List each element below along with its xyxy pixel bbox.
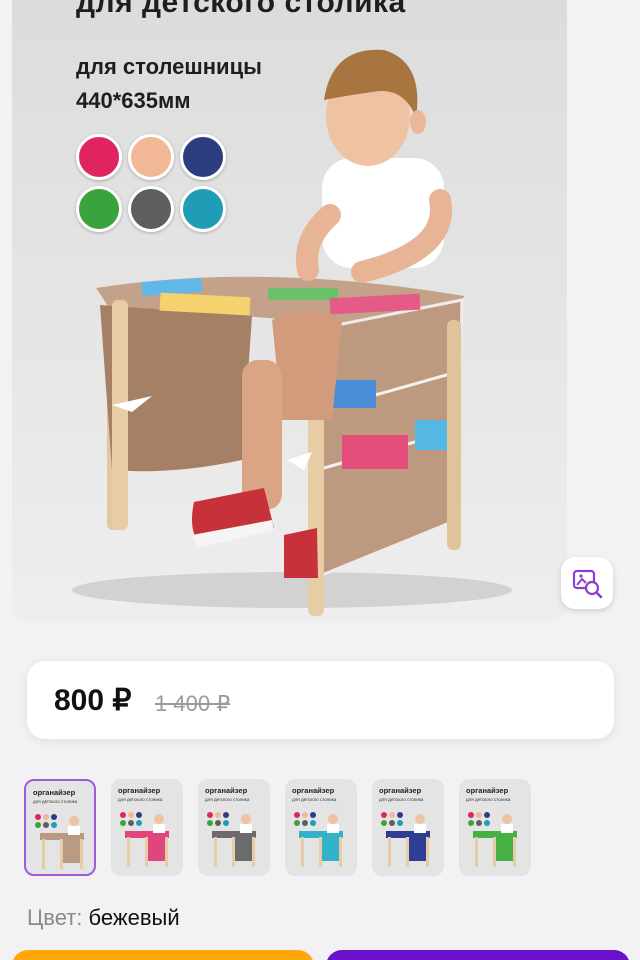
variant-thumbnail[interactable]: органайзер для детского столика (198, 779, 270, 876)
color-swatch (76, 186, 122, 232)
thumbnail-title: органайзер (379, 786, 422, 795)
thumbnail-subtitle: для детского столика (466, 797, 511, 802)
hero-subtitle-line1: для столешницы (76, 54, 262, 79)
price-current: 800 ₽ (54, 684, 132, 717)
thumbnail-title: органайзер (33, 788, 76, 797)
color-swatch (128, 186, 174, 232)
thumbnail-title: органайзер (118, 786, 161, 795)
variant-thumbnail[interactable]: органайзер для детского столика (372, 779, 444, 876)
thumbnail-subtitle: для детского столика (292, 797, 337, 802)
color-selector: Цвет: бежевый (27, 905, 180, 931)
visual-search-button[interactable] (561, 557, 613, 609)
secondary-action-button[interactable] (326, 950, 630, 960)
price-card: 800 ₽ 1 400 ₽ (27, 661, 614, 739)
color-value: бежевый (88, 905, 180, 930)
thumbnail-subtitle: для детского столика (205, 797, 250, 802)
hero-subtitle: для столешницы 440*635мм (76, 50, 262, 118)
color-swatch (180, 186, 226, 232)
thumbnail-subtitle: для детского столика (118, 797, 163, 802)
thumbnail-subtitle: для детского столика (379, 797, 424, 802)
variant-thumbnail[interactable]: органайзер для детского столика (285, 779, 357, 876)
color-swatch (76, 134, 122, 180)
variant-thumbnails: органайзер для детского столика органайзер… (24, 779, 584, 877)
primary-action-button[interactable] (12, 950, 314, 960)
color-swatch (180, 134, 226, 180)
price-old: 1 400 ₽ (155, 691, 231, 716)
variant-thumbnail[interactable]: органайзер для детского столика (459, 779, 531, 876)
color-swatch (128, 134, 174, 180)
variant-thumbnail[interactable]: органайзер для детского столика (24, 779, 96, 876)
thumbnail-title: органайзер (466, 786, 509, 795)
color-label: Цвет: (27, 905, 83, 930)
thumbnail-subtitle: для детского столика (33, 799, 78, 804)
thumbnail-title: органайзер (292, 786, 335, 795)
product-image[interactable]: для детского столика для столешницы 440*… (12, 0, 567, 622)
thumbnail-title: органайзер (205, 786, 248, 795)
variant-thumbnail[interactable]: органайзер для детского столика (111, 779, 183, 876)
hero-title: для детского столика (76, 0, 406, 19)
image-search-icon (572, 569, 603, 599)
hero-subtitle-line2: 440*635мм (76, 88, 191, 113)
